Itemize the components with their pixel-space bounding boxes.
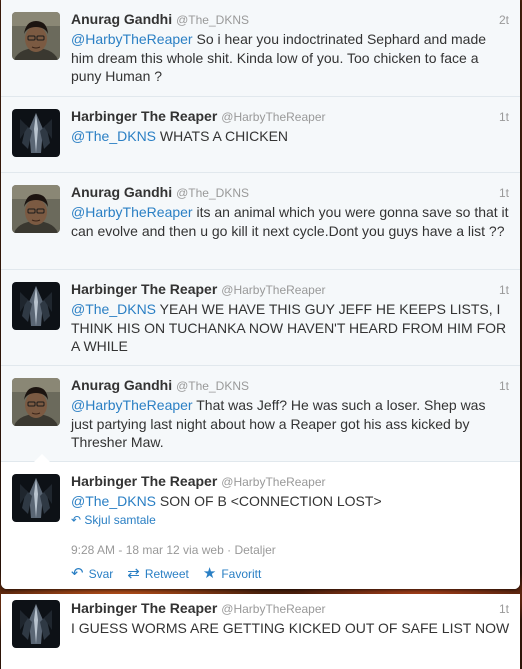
mention-link[interactable]: @The_DKNS (71, 128, 156, 144)
tweet-meta: 9:28 AM - 18 mar 12 via web · Detaljer (71, 543, 276, 557)
tweet-body: SON OF B <CONNECTION LOST> (156, 493, 382, 509)
tweet-actions: ↶ Svar ⇄ Retweet ★ Favoritt (71, 564, 261, 582)
reply-icon: ↶ (71, 565, 84, 582)
tweet-time[interactable]: 1t (499, 379, 509, 393)
author-name[interactable]: Anurag Gandhi (71, 377, 172, 393)
open-tweet[interactable]: Harbinger The Reaper @HarbyTheReaper @The… (1, 454, 520, 589)
tweet-body: WHATS A CHICKEN (156, 128, 289, 144)
avatar[interactable] (12, 474, 60, 522)
author-name[interactable]: Harbinger The Reaper (71, 473, 217, 489)
tweet-author[interactable]: Anurag Gandhi @The_DKNS (71, 184, 249, 200)
tweet-text: @The_DKNS SON OF B <CONNECTION LOST> (71, 492, 511, 511)
tweet-text: I GUESS WORMS ARE GETTING KICKED OUT OF … (71, 620, 510, 636)
avatar[interactable] (12, 378, 60, 426)
mention-link[interactable]: @HarbyTheReaper (71, 397, 193, 413)
author-handle[interactable]: @HarbyTheReaper (221, 283, 325, 297)
tweet-text: @HarbyTheReaper So i hear you indoctrina… (71, 30, 511, 86)
author-name[interactable]: Harbinger The Reaper (71, 600, 217, 616)
retweet-button[interactable]: ⇄ Retweet (127, 564, 189, 582)
tweet-time[interactable]: 1t (499, 602, 509, 616)
tweet-item[interactable]: Harbinger The Reaper @HarbyTheReaper 1t @… (1, 97, 520, 173)
tweet-time[interactable]: 1t (499, 186, 509, 200)
tweet-text: @HarbyTheReaper its an animal which you … (71, 203, 511, 240)
meta-separator: · (227, 543, 232, 557)
tweet-item[interactable]: Harbinger The Reaper @HarbyTheReaper 1t @… (1, 270, 520, 366)
avatar[interactable] (12, 282, 60, 330)
reply-button[interactable]: ↶ Svar (71, 564, 113, 582)
author-handle[interactable]: @HarbyTheReaper (221, 475, 325, 489)
tweet-timestamp[interactable]: 9:28 AM - 18 mar 12 via web (71, 543, 224, 557)
mention-link[interactable]: @The_DKNS (71, 301, 156, 317)
author-handle[interactable]: @The_DKNS (176, 379, 249, 393)
conversation-panel: Anurag Gandhi @The_DKNS 2t @HarbyTheReape… (1, 0, 520, 589)
mention-link[interactable]: @HarbyTheReaper (71, 204, 193, 220)
tweet-item[interactable]: Anurag Gandhi @The_DKNS 1t @HarbyTheReape… (1, 173, 520, 270)
author-name[interactable]: Harbinger The Reaper (71, 108, 217, 124)
reply-label: Svar (88, 567, 114, 581)
author-name[interactable]: Harbinger The Reaper (71, 281, 217, 297)
tweet-author[interactable]: Harbinger The Reaper @HarbyTheReaper (71, 600, 326, 616)
details-link[interactable]: Detaljer (234, 543, 275, 557)
author-name[interactable]: Anurag Gandhi (71, 11, 172, 27)
avatar[interactable] (12, 185, 60, 233)
author-handle[interactable]: @HarbyTheReaper (221, 110, 325, 124)
favorite-label: Favoritt (221, 567, 262, 581)
tweet-author[interactable]: Anurag Gandhi @The_DKNS (71, 11, 249, 27)
retweet-label: Retweet (144, 567, 189, 581)
reply-arrow-icon: ↶ (71, 513, 85, 527)
tweet-author[interactable]: Harbinger The Reaper @HarbyTheReaper (71, 281, 326, 297)
author-handle[interactable]: @HarbyTheReaper (221, 602, 325, 616)
tweet-text: @The_DKNS WHATS A CHICKEN (71, 127, 511, 146)
mention-link[interactable]: @The_DKNS (71, 493, 156, 509)
tweet-author[interactable]: Harbinger The Reaper @HarbyTheReaper (71, 108, 326, 124)
author-handle[interactable]: @The_DKNS (176, 186, 249, 200)
avatar[interactable] (12, 12, 60, 60)
retweet-icon: ⇄ (127, 565, 140, 582)
tweet-text: @The_DKNS YEAH WE HAVE THIS GUY JEFF HE … (71, 300, 511, 356)
avatar[interactable] (12, 109, 60, 157)
tweet-item[interactable]: Anurag Gandhi @The_DKNS 1t @HarbyTheReape… (1, 366, 520, 462)
tweet-time[interactable]: 1t (499, 110, 509, 124)
tweet-author[interactable]: Harbinger The Reaper @HarbyTheReaper (71, 473, 326, 489)
tweet-time[interactable]: 2t (499, 13, 509, 27)
author-name[interactable]: Anurag Gandhi (71, 184, 172, 200)
tweet-item[interactable]: Anurag Gandhi @The_DKNS 2t @HarbyTheReape… (1, 0, 520, 97)
star-icon: ★ (202, 565, 217, 582)
tweet-text: @HarbyTheReaper That was Jeff? He was su… (71, 396, 511, 452)
hide-conversation-link[interactable]: ↶ Skjul samtale (71, 513, 156, 527)
tweet-author[interactable]: Anurag Gandhi @The_DKNS (71, 377, 249, 393)
favorite-button[interactable]: ★ Favoritt (203, 564, 261, 582)
tweet-item[interactable]: Harbinger The Reaper @HarbyTheReaper 1t I… (1, 594, 520, 669)
avatar[interactable] (12, 600, 60, 648)
conversation-notch (34, 454, 50, 462)
hide-conversation-label: Skjul samtale (84, 513, 156, 527)
mention-link[interactable]: @HarbyTheReaper (71, 31, 193, 47)
author-handle[interactable]: @The_DKNS (176, 13, 249, 27)
tweet-time[interactable]: 1t (499, 283, 509, 297)
